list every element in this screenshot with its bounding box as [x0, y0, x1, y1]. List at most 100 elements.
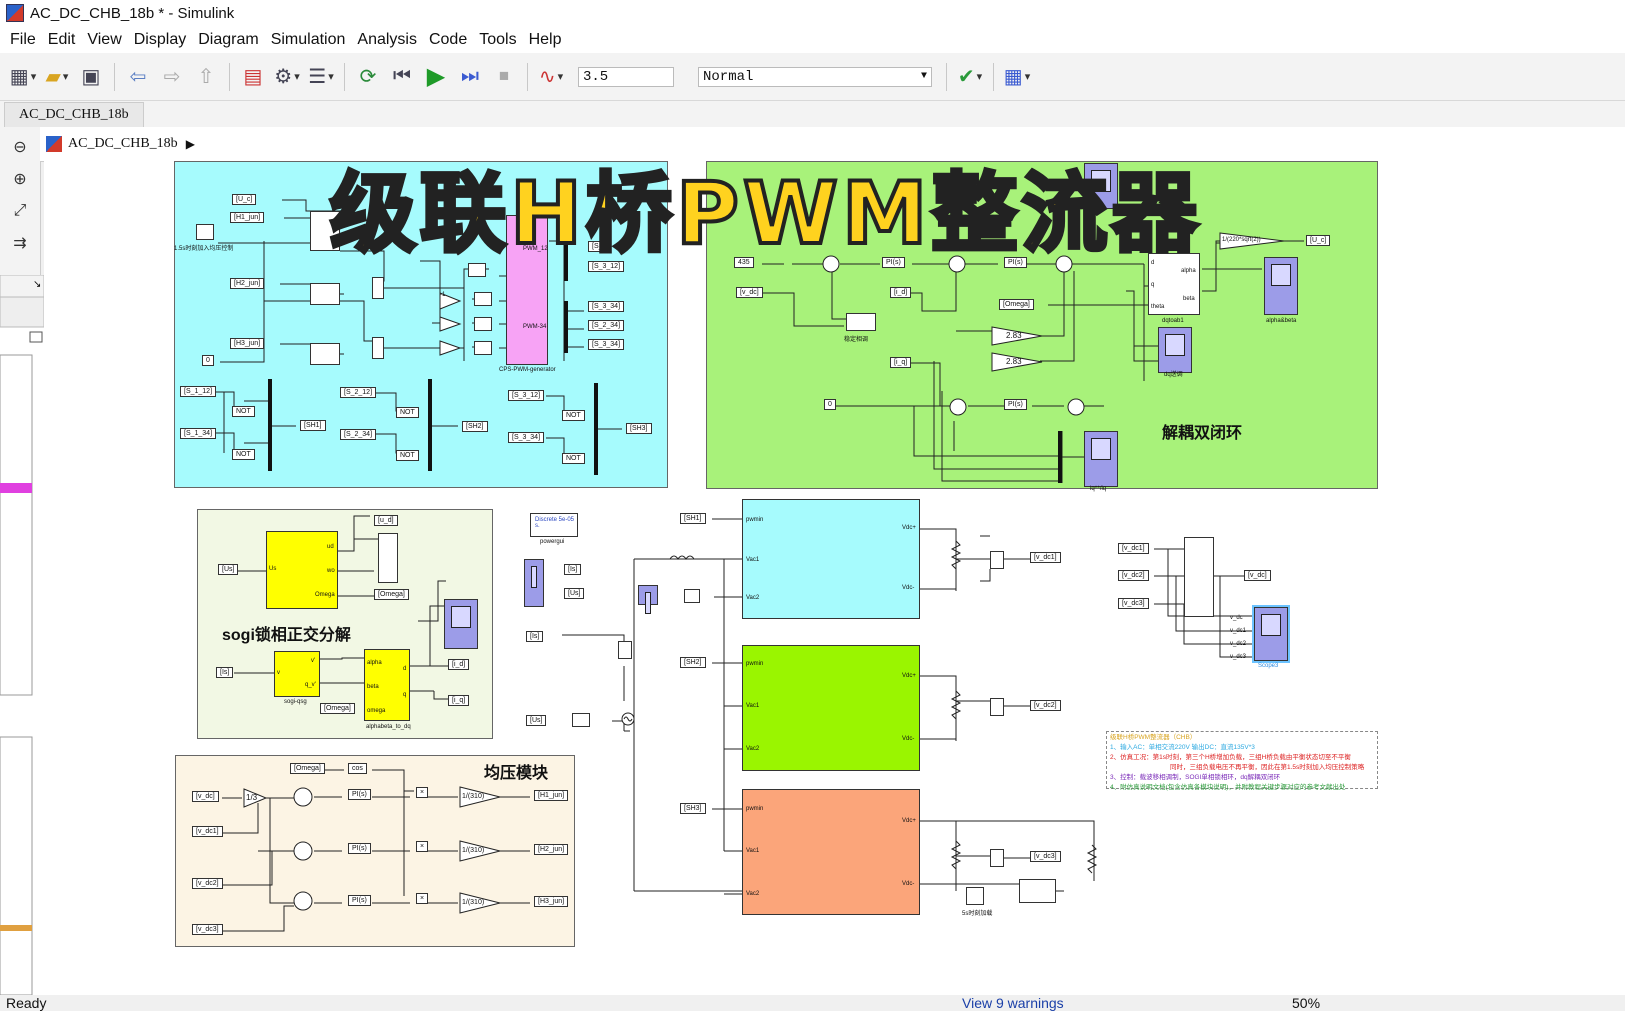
goto-vdc3[interactable]: [v_dc3]: [1030, 851, 1061, 862]
scope-dq[interactable]: [1158, 327, 1192, 373]
menu-diagram[interactable]: Diagram: [198, 31, 258, 49]
goto-us-scope[interactable]: [Us]: [564, 588, 585, 599]
menu-edit[interactable]: Edit: [48, 31, 76, 49]
tag-uc[interactable]: [U_c]: [232, 194, 257, 205]
product-2[interactable]: [372, 337, 384, 359]
from-omega[interactable]: [Omega]: [999, 299, 1034, 310]
scope-current[interactable]: [638, 585, 658, 614]
goto-h3[interactable]: [H3_jun]: [534, 896, 569, 907]
switch-2[interactable]: [310, 283, 340, 305]
mul-1[interactable]: ×: [416, 787, 429, 798]
menu-display[interactable]: Display: [134, 31, 186, 49]
menu-code[interactable]: Code: [429, 31, 467, 49]
library-browser-icon[interactable]: ▤: [239, 63, 267, 91]
mul-2[interactable]: ×: [416, 841, 429, 852]
from-vdc[interactable]: [v_dc]: [736, 287, 763, 298]
notes-annotation[interactable]: 级联H桥PWM整流器（CHB） 1、输入AC：单相交流220V 输出DC：直流1…: [1106, 731, 1378, 791]
tag-s1-34-out[interactable]: [S_3_34]: [588, 301, 625, 312]
not-3[interactable]: NOT: [396, 407, 419, 418]
stop-icon[interactable]: ⏹: [490, 63, 518, 91]
const-zero[interactable]: 0: [202, 355, 214, 366]
from-s3-12[interactable]: [S_3_12]: [508, 390, 545, 401]
powergui-block[interactable]: Discrete 5e-05 s.: [530, 513, 578, 537]
pi-3[interactable]: PI(s): [1004, 399, 1027, 410]
fit-view-icon[interactable]: ⤢: [8, 199, 32, 223]
step-forward-icon[interactable]: ⏭: [456, 63, 484, 91]
scope3[interactable]: [1254, 607, 1288, 661]
menu-file[interactable]: File: [10, 31, 36, 49]
load-step[interactable]: [966, 887, 984, 905]
alphabeta-to-dq-block[interactable]: alpha beta omega d q: [364, 649, 410, 721]
hide-explorer-icon[interactable]: ⊖: [8, 135, 32, 159]
display-wo[interactable]: [378, 533, 398, 583]
from-s2-12[interactable]: [S_2_12]: [340, 387, 377, 398]
tag-s2-34-out[interactable]: [S_2_34]: [588, 320, 625, 331]
tab-model[interactable]: AC_DC_CHB_18b: [4, 102, 144, 127]
from-vdc-bal[interactable]: [v_dc]: [192, 791, 219, 802]
from-s3-34[interactable]: [S_3_34]: [508, 432, 545, 443]
breadcrumb-arrow-icon[interactable]: ▶: [186, 137, 195, 152]
not-1[interactable]: NOT: [232, 406, 255, 417]
from-sh1[interactable]: [SH1]: [680, 513, 706, 524]
from-vdc1-bal[interactable]: [v_dc1]: [192, 826, 223, 837]
mul-3[interactable]: ×: [416, 893, 429, 904]
goto-omega-sogi[interactable]: [Omega]: [374, 589, 409, 600]
goto-is[interactable]: [Is]: [526, 631, 544, 642]
goto-id[interactable]: [i_d]: [448, 659, 470, 670]
menu-help[interactable]: Help: [529, 31, 562, 49]
scope-alpha-beta[interactable]: [1264, 257, 1298, 315]
not-2[interactable]: NOT: [232, 449, 255, 460]
hbridge-2[interactable]: [742, 645, 920, 771]
goto-uc[interactable]: [U_c]: [1306, 235, 1331, 246]
menu-view[interactable]: View: [87, 31, 121, 49]
run-icon[interactable]: ▶: [422, 63, 450, 91]
tag-s3-34-out[interactable]: [S_3_34]: [588, 339, 625, 350]
from-sh2[interactable]: [SH2]: [680, 657, 706, 668]
tag-h3[interactable]: [H3_jun]: [230, 338, 265, 349]
from-s2-34[interactable]: [S_2_34]: [340, 429, 377, 440]
not-4[interactable]: NOT: [396, 450, 419, 461]
open-folder-icon[interactable]: ▰: [43, 63, 71, 91]
const-0-dq[interactable]: 0: [824, 399, 836, 410]
switch-3[interactable]: [310, 343, 340, 365]
model-canvas[interactable]: [U_c] [H1_jun] 1.5s时刻加入均压控制 [H2_jun] [H3…: [44, 161, 1625, 995]
scope-is-us[interactable]: [524, 559, 544, 607]
step-back-icon[interactable]: ⏮: [388, 63, 416, 91]
goto-us[interactable]: [Us]: [526, 715, 547, 726]
up-arrow-icon[interactable]: ⇧: [192, 63, 220, 91]
not-5[interactable]: NOT: [562, 410, 585, 421]
from-sh3[interactable]: [SH3]: [680, 803, 706, 814]
data-grid-icon[interactable]: ▦: [1003, 63, 1031, 91]
goto-sh2[interactable]: [SH2]: [462, 421, 488, 432]
goto-sh1[interactable]: [SH1]: [300, 420, 326, 431]
goto-sh3[interactable]: [SH3]: [626, 423, 652, 434]
save-icon[interactable]: ▣: [77, 63, 105, 91]
model-explorer-icon[interactable]: ☰: [307, 63, 335, 91]
vmeas-1[interactable]: [990, 551, 1004, 569]
from-vdc2-mux[interactable]: [v_dc2]: [1118, 570, 1149, 581]
status-warnings-link[interactable]: View 9 warnings: [962, 995, 1064, 1011]
scope-data-icon[interactable]: ∿: [537, 63, 565, 91]
scope-sogi[interactable]: [444, 599, 478, 649]
forward-arrow-icon[interactable]: ⇨: [158, 63, 186, 91]
from-s1-12[interactable]: [S_1_12]: [180, 386, 217, 397]
goto-vdc1[interactable]: [v_dc1]: [1030, 552, 1061, 563]
cos-block[interactable]: cos: [348, 763, 367, 774]
from-vdc3-mux[interactable]: [v_dc3]: [1118, 598, 1149, 609]
breaker[interactable]: [1019, 879, 1056, 903]
from-us-sogi[interactable]: [Us]: [218, 564, 239, 575]
from-is-sogi[interactable]: [Is]: [216, 667, 234, 678]
menu-simulation[interactable]: Simulation: [271, 31, 346, 49]
sat-4[interactable]: [474, 341, 492, 355]
menu-analysis[interactable]: Analysis: [357, 31, 417, 49]
arrow-flow-icon[interactable]: ⇉: [8, 231, 32, 255]
goto-iq[interactable]: [i_q]: [448, 695, 470, 706]
ammeter-2[interactable]: [684, 589, 700, 603]
from-vdc3-bal[interactable]: [v_dc3]: [192, 924, 223, 935]
breadcrumb-model[interactable]: AC_DC_CHB_18b: [68, 136, 178, 152]
from-s1-34[interactable]: [S_1_34]: [180, 428, 217, 439]
sum-vdc[interactable]: [1184, 537, 1214, 617]
pi-bal-2[interactable]: PI(s): [348, 843, 371, 854]
goto-is-scope[interactable]: [Is]: [564, 564, 582, 575]
from-vdc2-bal[interactable]: [v_dc2]: [192, 878, 223, 889]
